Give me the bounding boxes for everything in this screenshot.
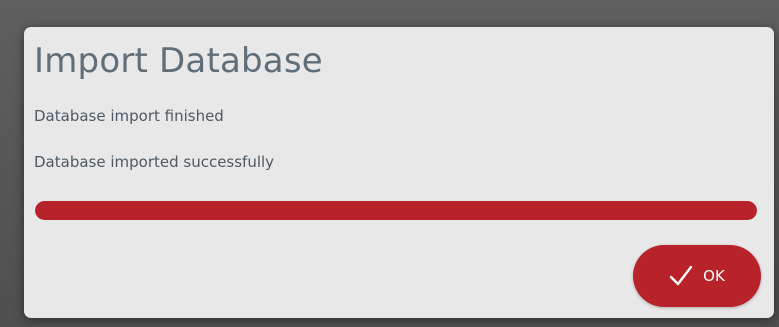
- progress-bar: [35, 201, 757, 220]
- dialog-title: Import Database: [34, 41, 323, 81]
- ok-button-label: OK: [703, 267, 725, 285]
- status-message: Database import finished: [34, 107, 224, 125]
- detail-message: Database imported successfully: [34, 153, 275, 171]
- ok-button[interactable]: OK: [633, 245, 761, 307]
- progress-bar-fill: [35, 201, 757, 220]
- import-database-dialog: Import Database Database import finished…: [24, 27, 774, 318]
- check-icon: [669, 265, 693, 287]
